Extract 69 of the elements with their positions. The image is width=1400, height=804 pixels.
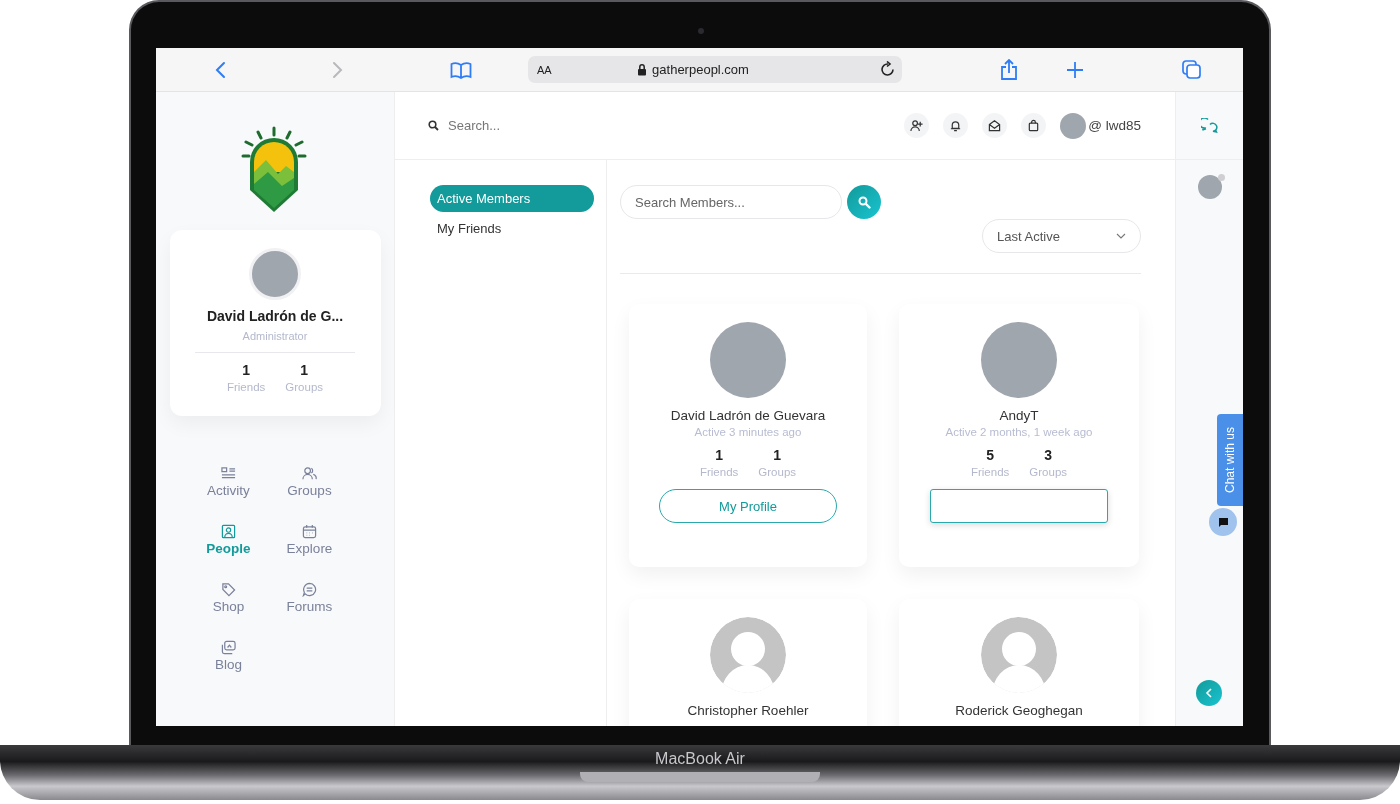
stat-label: Friends — [970, 466, 1010, 478]
stat-label: Groups — [758, 466, 797, 478]
nav-item[interactable]: Forums — [266, 582, 353, 620]
notifications-button[interactable] — [943, 113, 969, 138]
member-name[interactable]: Christopher Roehler — [687, 703, 809, 718]
plus-icon[interactable] — [1066, 60, 1084, 79]
book-icon[interactable] — [450, 60, 472, 79]
bag-icon — [1027, 119, 1041, 132]
messages-button[interactable] — [982, 113, 1008, 138]
message-icon — [1217, 516, 1229, 528]
stat-value: 1 — [300, 362, 309, 378]
profile-role: Administrator — [195, 330, 355, 353]
last-active-text: Active 3 minutes ago — [694, 426, 802, 438]
people-icon — [302, 466, 317, 481]
address-bar[interactable]: AA gatherpeopl.com — [528, 56, 902, 83]
last-active-text: Active 2 months, 1 week ago — [945, 426, 1093, 438]
add-friend-button[interactable] — [904, 113, 930, 138]
list-icon — [221, 466, 236, 481]
nav-item[interactable]: Shop — [190, 582, 267, 620]
stat-value: 5 — [986, 447, 995, 463]
bell-icon — [949, 119, 963, 132]
tabs-icon[interactable] — [1182, 59, 1202, 80]
chevron-left-icon — [1205, 688, 1213, 698]
stat-value: 1 — [242, 362, 251, 378]
filter-tab[interactable]: My Friends — [430, 215, 594, 242]
username[interactable]: @ lwd85 — [1088, 118, 1141, 133]
stat-label: Friends — [699, 466, 739, 478]
member-search-field[interactable]: Search Members... — [620, 185, 842, 219]
chat-button[interactable] — [1209, 508, 1237, 536]
sort-dropdown[interactable]: Last Active — [982, 219, 1141, 253]
add-person-icon — [910, 119, 924, 132]
nav-item[interactable]: Groups — [266, 466, 353, 504]
action-button[interactable] — [930, 489, 1108, 523]
search-icon — [857, 195, 871, 209]
nav-item[interactable]: Activity — [190, 466, 267, 504]
device-label: MacBook Air — [655, 750, 745, 769]
search-icon — [428, 120, 439, 131]
lock-icon — [637, 63, 648, 76]
avatar-photo-placeholder[interactable] — [1060, 112, 1087, 139]
stat-label: Friends — [226, 381, 266, 393]
search-button[interactable] — [847, 185, 881, 219]
search-field[interactable]: Search... — [446, 117, 600, 134]
tag-icon — [221, 582, 236, 597]
stat-label: Groups — [285, 381, 324, 393]
images-icon — [221, 640, 236, 655]
stat-value: 3 — [1044, 447, 1053, 463]
avatar-photo-placeholder[interactable] — [1197, 175, 1222, 199]
profile-button[interactable]: My Profile — [659, 489, 837, 523]
calendar-icon — [302, 524, 317, 539]
chat-bubble-icon — [302, 582, 317, 597]
avatar-photo-placeholder[interactable] — [249, 248, 301, 300]
nav-item[interactable]: Explore — [266, 524, 353, 562]
member-name[interactable]: David Ladrón de Guevara — [670, 408, 826, 423]
cart-button[interactable] — [1021, 113, 1047, 138]
text-size-label[interactable]: AA — [537, 63, 567, 76]
profile-name[interactable]: David Ladrón de G... — [206, 308, 344, 324]
contact-card-icon — [221, 524, 236, 539]
member-name[interactable]: AndyT — [999, 408, 1039, 423]
envelope-icon — [988, 119, 1002, 132]
member-name[interactable]: Roderick Geoghegan — [955, 703, 1083, 718]
reload-icon[interactable] — [879, 61, 896, 78]
stat-value: 1 — [715, 447, 724, 463]
share-icon[interactable] — [1000, 58, 1018, 81]
url-text: gatherpeopl.com — [652, 62, 749, 77]
chevron-down-icon — [1116, 233, 1126, 239]
nav-item[interactable]: Blog — [190, 640, 267, 678]
stat-label: Groups — [1029, 466, 1068, 478]
stat-value: 1 — [773, 447, 782, 463]
collapse-button[interactable] — [1196, 680, 1222, 706]
